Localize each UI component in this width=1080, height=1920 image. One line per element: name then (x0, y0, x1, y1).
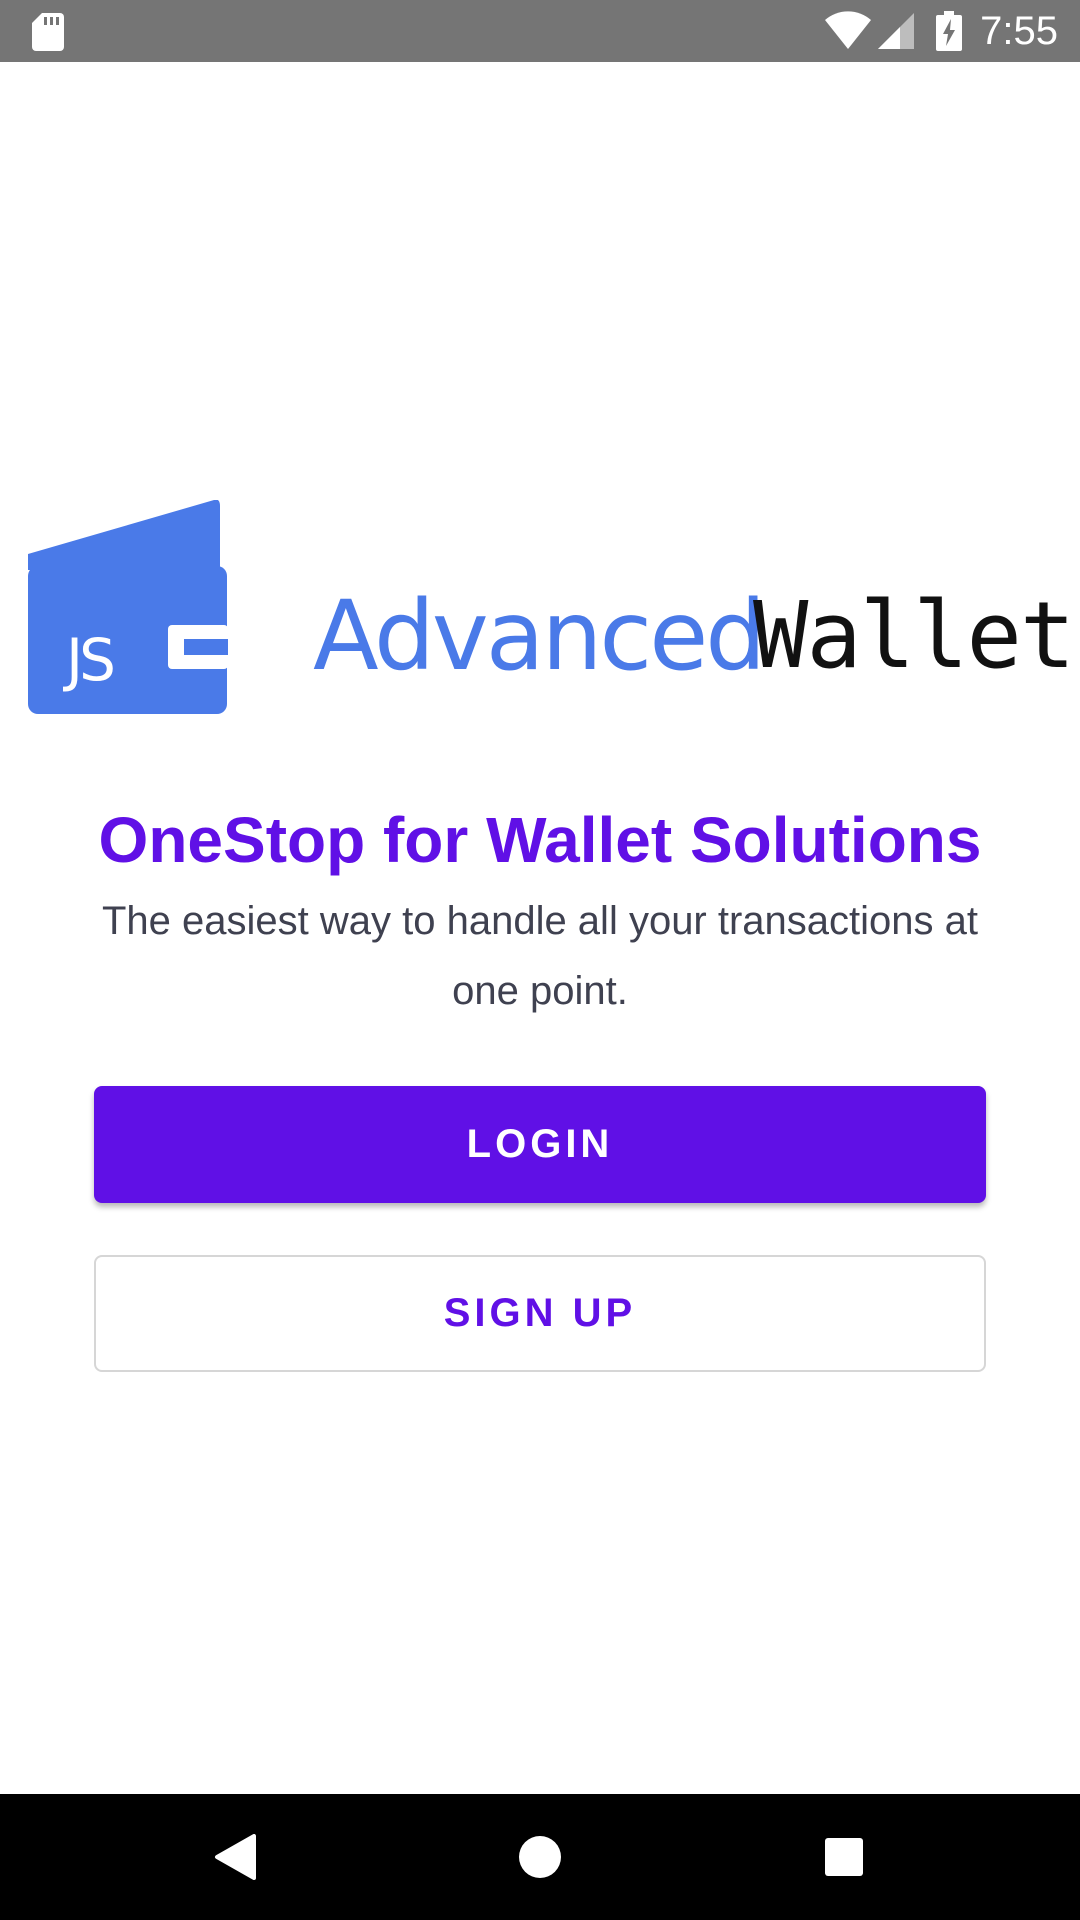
status-bar: 7:55 (0, 0, 1080, 62)
home-icon (519, 1836, 561, 1878)
wallet-icon: JS (28, 500, 228, 714)
wallet-icon-label: JS (63, 626, 113, 694)
signal-icon (878, 13, 915, 49)
page-title: OneStop for Wallet Solutions (98, 804, 982, 876)
back-icon (215, 1834, 256, 1880)
brand-name-second: Wallet (753, 582, 1075, 689)
status-time: 7:55 (980, 9, 1058, 53)
page-subtitle: The easiest way to handle all your trans… (101, 899, 979, 1013)
sd-card-icon (32, 13, 64, 51)
wifi-icon (825, 11, 872, 49)
sign-up-button[interactable]: SIGN UP (94, 1255, 986, 1372)
battery-charging-icon (936, 11, 963, 51)
navigation-bar (0, 1794, 1080, 1920)
login-button[interactable]: LOGIN (94, 1086, 986, 1203)
home-button[interactable] (480, 1794, 600, 1920)
recents-button[interactable] (784, 1794, 904, 1920)
app-logo: JS Advanced Wallet (28, 500, 1075, 722)
recents-icon (825, 1838, 863, 1876)
back-button[interactable] (175, 1794, 295, 1920)
brand-name-first: Advanced (313, 580, 766, 692)
